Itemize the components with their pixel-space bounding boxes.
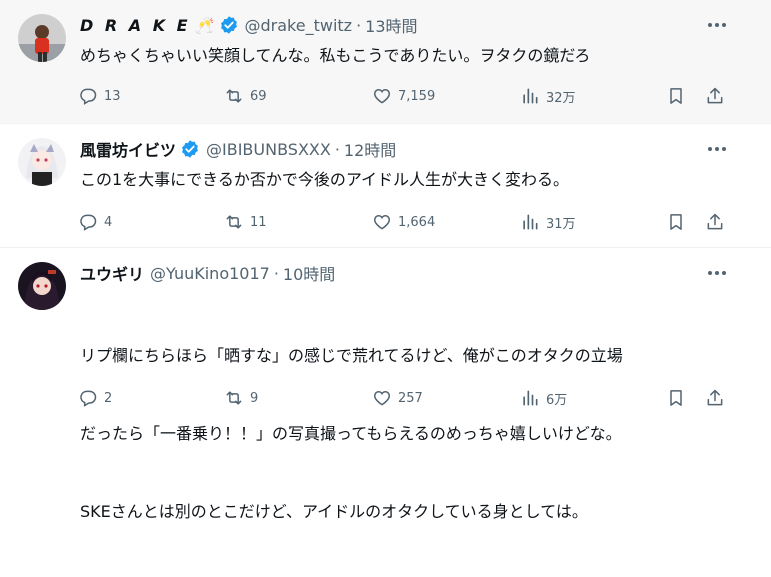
tweet-text: この1を大事にできるか否かで今後のアイドル人生が大きく変わる。 (80, 170, 570, 189)
handle[interactable]: @IBIBUNBSXXX (206, 140, 331, 159)
avatar[interactable] (18, 14, 66, 62)
bookmark-button[interactable] (666, 86, 686, 106)
action-bar: 13 69 7,159 32万 (78, 84, 731, 108)
views-count: 32万 (546, 90, 576, 106)
retweet-arrows-icon (226, 89, 242, 103)
share-button[interactable] (705, 388, 725, 408)
tweet-text: リプ欄にちらほら「晒すな」の感じで荒れてるけど、俺がこのオタクの立場 だったら「… (80, 291, 623, 577)
share-button[interactable] (705, 86, 725, 106)
tweet-2[interactable]: 風雷坊イビツ @IBIBUNBSXXX · 12時間 この1を大事にできるか否か… (0, 124, 771, 248)
separator-dot: · (334, 139, 340, 159)
share-upload-icon (707, 87, 723, 104)
separator-dot: · (273, 263, 279, 283)
views-count: 31万 (546, 216, 576, 232)
display-name[interactable]: D R A K E (80, 16, 191, 35)
avatar[interactable] (18, 138, 66, 186)
more-dots-icon[interactable] (705, 16, 729, 34)
views-button[interactable]: 31万 (520, 212, 576, 232)
reply-bubble-icon (80, 88, 97, 105)
more-dots-icon[interactable] (705, 264, 729, 282)
heart-icon (373, 214, 391, 230)
like-count: 1,664 (398, 214, 436, 230)
reply-button[interactable]: 4 (78, 212, 112, 232)
retweet-button[interactable]: 11 (224, 212, 267, 232)
action-bar: 2 9 257 6万 (78, 386, 731, 410)
reply-bubble-icon (80, 214, 97, 231)
like-count: 257 (398, 390, 423, 406)
display-name[interactable]: 風雷坊イビツ (80, 137, 176, 161)
avatar-image (18, 262, 66, 310)
bookmark-icon (670, 214, 682, 230)
handle[interactable]: @YuuKino1017 (150, 264, 270, 283)
bar-chart-icon (523, 390, 538, 406)
display-name[interactable]: ユウギリ (80, 261, 144, 285)
retweet-arrows-icon (226, 391, 242, 405)
like-button[interactable]: 257 (372, 388, 423, 408)
timestamp[interactable]: 10時間 (283, 261, 335, 285)
retweet-button[interactable]: 9 (224, 388, 258, 408)
retweet-arrows-icon (226, 215, 242, 229)
reply-bubble-icon (80, 390, 97, 407)
avatar-image (18, 138, 66, 186)
retweet-count: 9 (250, 390, 259, 406)
like-button[interactable]: 7,159 (372, 86, 435, 106)
tweet-3[interactable]: ユウギリ @YuuKino1017 · 10時間 リプ欄にちらほら「晒すな」の感… (0, 248, 771, 521)
verified-badge-icon (220, 16, 237, 34)
tweet-1[interactable]: D R A K E 🥂 @drake_twitz · 13時間 めちゃくちゃいい… (0, 0, 771, 124)
like-count: 7,159 (398, 88, 436, 104)
bar-chart-icon (523, 214, 538, 230)
reply-button[interactable]: 13 (78, 86, 121, 106)
reply-count: 4 (104, 214, 113, 230)
verified-badge-icon (182, 140, 198, 158)
name-emoji: 🥂 (194, 15, 215, 35)
retweet-count: 11 (250, 214, 267, 230)
share-button[interactable] (705, 212, 725, 232)
bookmark-button[interactable] (666, 388, 686, 408)
bookmark-icon (670, 88, 682, 104)
handle[interactable]: @drake_twitz (245, 16, 353, 35)
more-dots-icon[interactable] (705, 140, 729, 158)
action-bar: 4 11 1,664 31万 (78, 210, 731, 234)
avatar[interactable] (18, 262, 66, 310)
bookmark-button[interactable] (666, 212, 686, 232)
separator-dot: · (356, 15, 362, 35)
tweet-text-line: SKEさんとは別のとこだけど、アイドルのオタクしている身としては。 (80, 502, 588, 521)
views-button[interactable]: 32万 (520, 86, 576, 106)
heart-icon (373, 390, 391, 406)
tweet-text-line: リプ欄にちらほら「晒すな」の感じで荒れてるけど、俺がこのオタクの立場 (80, 346, 623, 365)
timestamp[interactable]: 12時間 (344, 137, 396, 161)
reply-button[interactable]: 2 (78, 388, 112, 408)
tweet-text-line: だったら「一番乗り！！」の写真撮ってもらえるのめっちゃ嬉しいけどな。 (80, 424, 622, 443)
views-count: 6万 (546, 392, 568, 408)
timestamp[interactable]: 13時間 (365, 13, 417, 37)
retweet-button[interactable]: 69 (224, 86, 267, 106)
heart-icon (373, 88, 391, 104)
share-upload-icon (707, 389, 723, 406)
retweet-count: 69 (250, 88, 267, 104)
reply-count: 2 (104, 390, 113, 406)
share-upload-icon (707, 213, 723, 230)
reply-count: 13 (104, 88, 121, 104)
like-button[interactable]: 1,664 (372, 212, 435, 232)
tweet-text: めちゃくちゃいい笑顔してんな。私もこうでありたい。ヲタクの鏡だろ (80, 46, 591, 65)
bookmark-icon (670, 390, 682, 406)
bar-chart-icon (523, 88, 538, 104)
avatar-image (18, 14, 66, 62)
views-button[interactable]: 6万 (520, 388, 567, 408)
